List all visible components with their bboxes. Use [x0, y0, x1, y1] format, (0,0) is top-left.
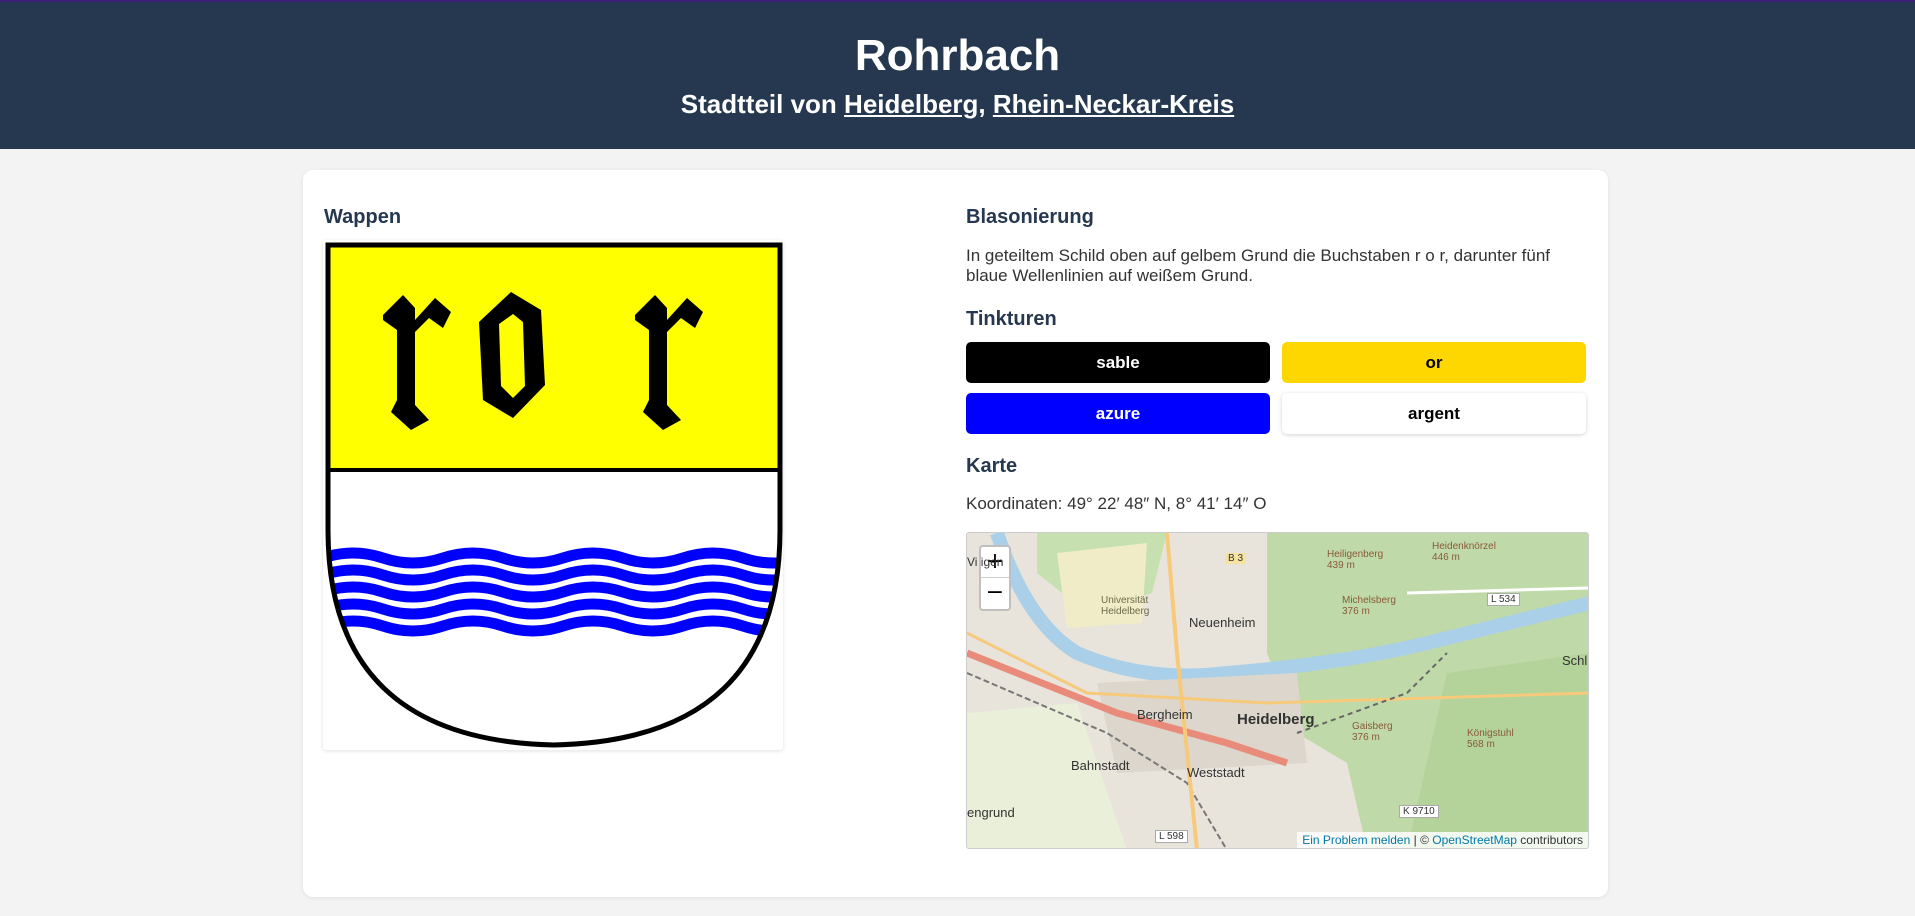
tincture-sable: sable	[966, 342, 1270, 383]
blazon-text: In geteiltem Schild oben auf gelbem Grun…	[966, 246, 1551, 285]
attribution-separator: | ©	[1410, 833, 1433, 847]
map-label-bahnstadt: Bahnstadt	[1071, 758, 1130, 773]
map-label-vieigen: Vi igen	[967, 555, 1004, 569]
tinctures-heading: Tinkturen	[966, 308, 1057, 330]
tincture-argent: argent	[1282, 393, 1586, 434]
tincture-or: or	[1282, 342, 1586, 383]
map-label-b3: B 3	[1225, 553, 1247, 564]
tincture-azure: azure	[966, 393, 1270, 434]
map-label-gaisberg: Gaisberg 376 m	[1352, 721, 1393, 743]
coat-of-arms-image	[323, 240, 783, 750]
coordinates-text: Koordinaten: 49° 22′ 48″ N, 8° 41′ 14″ O	[966, 494, 1267, 513]
map-heading: Karte	[966, 455, 1018, 477]
map-label-engrund: engrund	[967, 805, 1015, 820]
subtitle-prefix: Stadtteil von	[680, 89, 845, 119]
page-header: Rohrbach Stadtteil von Heidelberg, Rhein…	[0, 0, 1915, 149]
openstreetmap-link[interactable]: OpenStreetMap	[1432, 833, 1517, 847]
heidelberg-link[interactable]: Heidelberg	[844, 89, 978, 119]
content-card: Wappen Blasonierung In geteiltem Schild …	[303, 170, 1608, 897]
rhein-neckar-kreis-link[interactable]: Rhein-Neckar-Kreis	[993, 89, 1234, 119]
map-label-michelsberg: Michelsberg 376 m	[1342, 595, 1396, 617]
map-label-k9710: K 9710	[1399, 805, 1439, 818]
blazon-heading: Blasonierung	[966, 206, 1094, 228]
crest-heading: Wappen	[324, 206, 402, 228]
map-label-heidelberg: Heidelberg	[1237, 711, 1315, 728]
page-title: Rohrbach	[854, 31, 1061, 80]
map-widget[interactable]: + − Heidelberg Neuenheim Bergheim Bahnst…	[966, 532, 1589, 849]
map-label-bergheim: Bergheim	[1137, 707, 1193, 722]
zoom-out-button[interactable]: −	[981, 578, 1009, 609]
report-problem-link[interactable]: Ein Problem melden	[1302, 833, 1410, 847]
attribution-suffix: contributors	[1516, 833, 1583, 847]
subtitle-separator: ,	[978, 89, 993, 119]
map-label-schlie: Schlie	[1562, 653, 1588, 668]
map-label-l598: L 598	[1155, 830, 1188, 843]
map-label-koenigstuhl: Königstuhl 568 m	[1467, 728, 1514, 750]
map-label-heiligenberg: Heiligenberg 439 m	[1327, 549, 1384, 571]
map-label-weststadt: Weststadt	[1187, 765, 1245, 780]
map-label-l534: L 534	[1487, 593, 1520, 606]
map-attribution: Ein Problem melden | © OpenStreetMap con…	[1297, 832, 1588, 848]
map-label-heidenknorzel: Heidenknörzel 446 m	[1432, 541, 1496, 563]
page-subtitle: Stadtteil von Heidelberg, Rhein-Neckar-K…	[0, 88, 1915, 120]
map-label-neuenheim: Neuenheim	[1189, 615, 1256, 630]
map-label-universitaet: Universität Heidelberg	[1101, 595, 1150, 617]
